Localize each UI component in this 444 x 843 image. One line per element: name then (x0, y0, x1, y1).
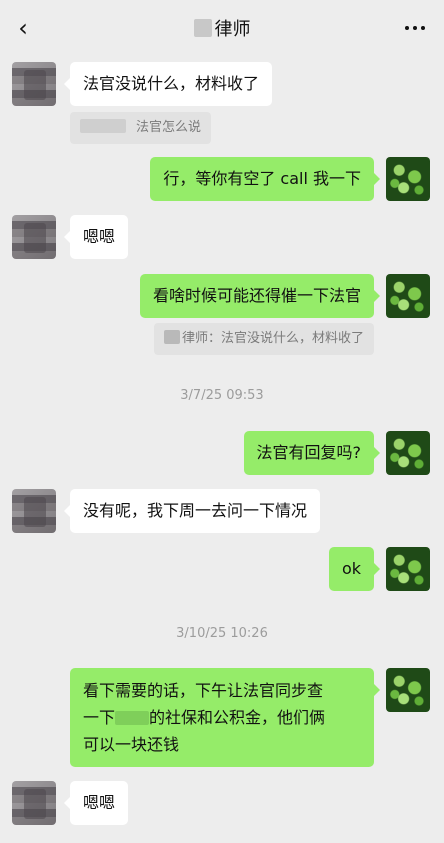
message-line: 可以一块还钱 (83, 735, 180, 754)
timestamp: 3/7/25 09:53 (180, 388, 264, 403)
my-avatar[interactable] (386, 274, 430, 318)
more-dots-icon[interactable] (400, 14, 430, 42)
contact-avatar[interactable] (12, 781, 56, 825)
contact-avatar[interactable] (12, 62, 56, 106)
my-avatar[interactable] (386, 547, 430, 591)
outgoing-message[interactable]: 法官有回复吗? (243, 431, 380, 475)
redacted-text (163, 330, 180, 344)
contact-avatar[interactable] (12, 215, 56, 259)
incoming-message[interactable]: 嗯嗯 (63, 781, 129, 825)
contact-avatar[interactable] (12, 489, 56, 533)
incoming-message[interactable]: 法官没说什么，材料收了 (63, 62, 273, 106)
message-text: 的社保和公积金，他们俩 (149, 708, 326, 727)
chat-title: 律师 (0, 15, 444, 41)
quoted-message[interactable]: 法官怎么说 (70, 112, 212, 144)
my-avatar[interactable] (386, 431, 430, 475)
chat-header: ‹ 律师 (0, 0, 444, 56)
my-avatar[interactable] (386, 668, 430, 712)
redacted-text (80, 119, 126, 133)
outgoing-message[interactable]: 看啥时候可能还得催一下法官 (139, 274, 381, 318)
incoming-message[interactable]: 没有呢，我下周一去问一下情况 (63, 489, 321, 533)
message-line: 一下 的社保和公积金，他们俩 (83, 704, 361, 731)
redacted-text (115, 711, 150, 725)
incoming-message[interactable]: 嗯嗯 (63, 215, 129, 259)
timestamp: 3/10/25 10:26 (176, 626, 268, 641)
outgoing-message[interactable]: 行，等你有空了 call 我一下 (150, 157, 380, 201)
message-line: 看下需要的话，下午让法官同步查 (83, 681, 324, 700)
outgoing-message[interactable]: 看下需要的话，下午让法官同步查 一下 的社保和公积金，他们俩 可以一块还钱 (70, 668, 380, 767)
quote-text: 律师：法官没说什么，材料收了 (181, 331, 364, 346)
quoted-message[interactable]: 律师：法官没说什么，材料收了 (153, 323, 374, 355)
message-text: 一下 (83, 708, 116, 727)
quote-text: 法官怎么说 (136, 120, 202, 135)
my-avatar[interactable] (386, 157, 430, 201)
redacted-name (193, 19, 212, 37)
chat-title-text: 律师 (214, 19, 251, 40)
outgoing-message[interactable]: ok (328, 547, 381, 591)
